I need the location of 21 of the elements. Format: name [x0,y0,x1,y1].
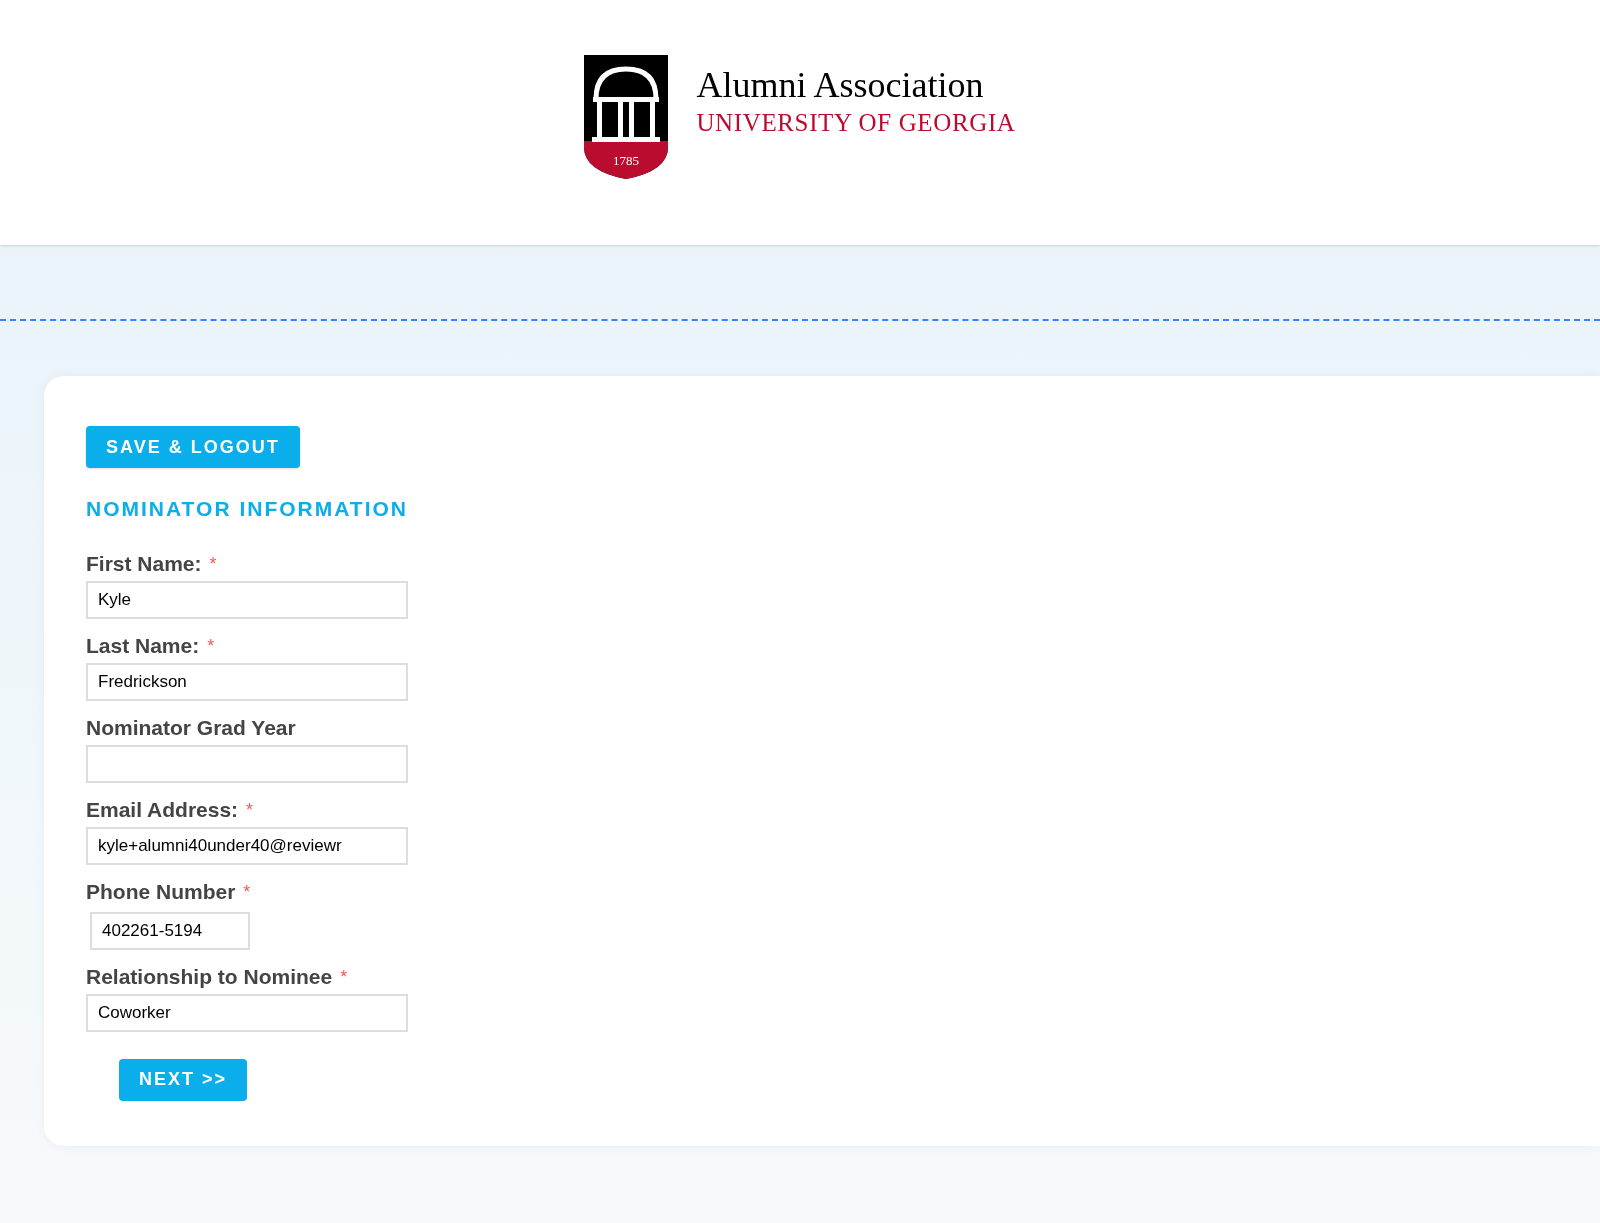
section-title: NOMINATOR INFORMATION [86,496,409,522]
text-field[interactable]: 402261-5194 [90,911,250,950]
text-field[interactable]: Kyle [86,580,408,619]
field-label: Last Name: [86,632,200,659]
text-field[interactable]: Fredrickson [86,662,408,701]
required-mark: * [243,880,251,904]
logo-title: Alumni Association [696,63,985,107]
text-field[interactable]: Coworker [86,993,408,1032]
field-label: Nominator Grad Year [86,714,296,741]
field-label: Email Address: [86,796,239,823]
required-mark: * [340,965,348,989]
text-field[interactable] [86,744,408,783]
field-label: Relationship to Nominee [86,963,333,990]
field-label: Phone Number [86,878,236,905]
field-label: First Name: [86,550,202,577]
text-field[interactable]: kyle+alumni40under40@reviewr [86,826,408,865]
required-mark: * [207,634,215,658]
required-mark: * [209,552,217,576]
university-arch-logo: 1785 [584,54,669,179]
required-mark: * [246,798,254,822]
logo-subtitle: UNIVERSITY OF GEORGIA [696,107,1016,138]
